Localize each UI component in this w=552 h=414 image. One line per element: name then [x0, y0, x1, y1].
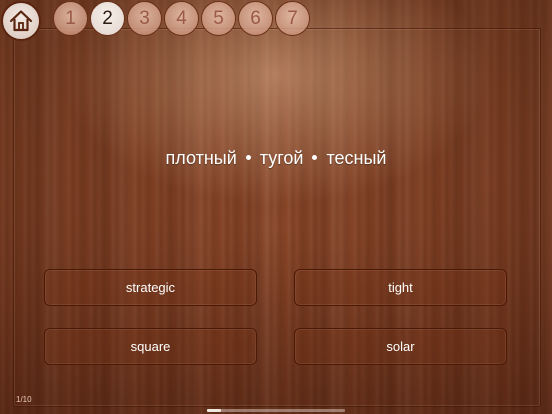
level-tab-1[interactable]: 1	[53, 1, 88, 36]
prompt-words: плотный тугой тесный	[0, 148, 552, 169]
home-button[interactable]	[1, 1, 41, 41]
prompt-word: плотный	[165, 148, 237, 168]
bullet-separator	[312, 154, 318, 160]
level-tab-7[interactable]: 7	[275, 1, 310, 36]
level-tab-6[interactable]: 6	[238, 1, 273, 36]
progress-bar-fill	[207, 409, 221, 412]
answer-button-strategic[interactable]: strategic	[44, 269, 257, 306]
answer-button-square[interactable]: square	[44, 328, 257, 365]
level-tab-5[interactable]: 5	[201, 1, 236, 36]
level-tab-2[interactable]: 2	[90, 1, 125, 36]
level-tab-4[interactable]: 4	[164, 1, 199, 36]
level-tab-3[interactable]: 3	[127, 1, 162, 36]
prompt-word: тугой	[259, 148, 304, 168]
bullet-separator	[245, 154, 251, 160]
prompt-word: тесный	[326, 148, 387, 168]
answer-button-solar[interactable]: solar	[294, 328, 507, 365]
progress-bar	[207, 409, 345, 412]
progress-counter: 1/10	[16, 395, 32, 404]
home-icon	[9, 10, 33, 32]
level-tabs: 1 2 3 4 5 6 7	[53, 1, 312, 37]
answer-button-tight[interactable]: tight	[294, 269, 507, 306]
game-screen: 1 2 3 4 5 6 7 плотный тугой тесный strateg…	[0, 0, 552, 414]
